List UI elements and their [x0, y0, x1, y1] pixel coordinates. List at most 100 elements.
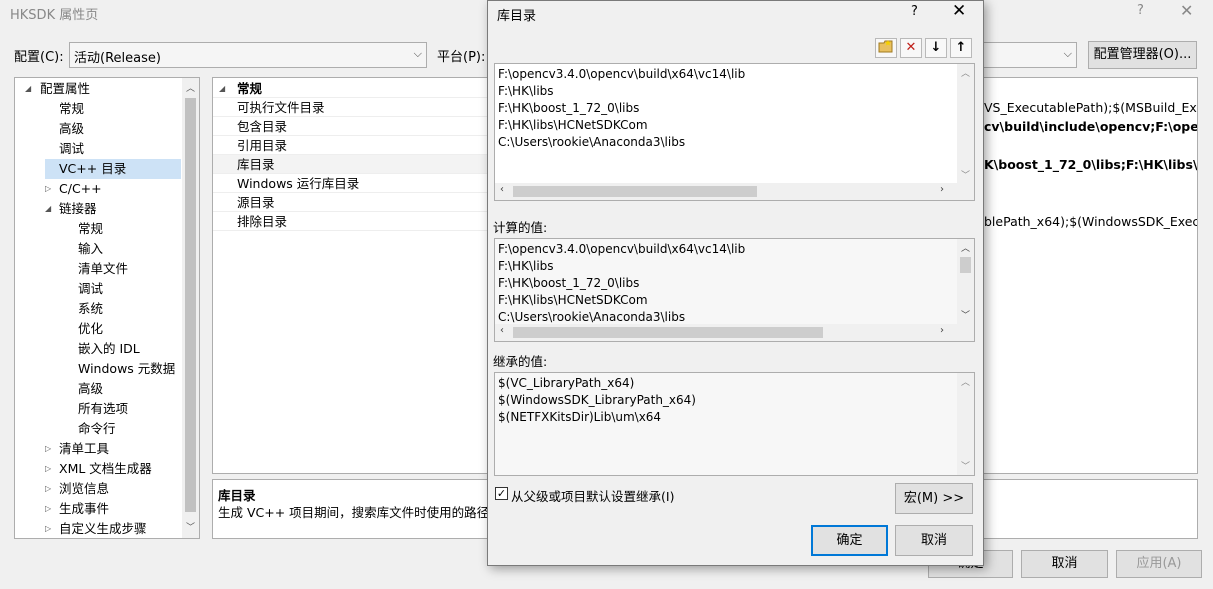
directory-edit-list[interactable]: F:\opencv3.4.0\opencv\build\x64\vc14\lib… [494, 63, 975, 201]
horizontal-scrollbar[interactable]: ‹ › [495, 324, 974, 341]
grid-row-source-dirs[interactable]: 源目录 [213, 193, 513, 212]
tree-scrollbar[interactable]: ︿ ﹀ [182, 78, 199, 538]
grid-row-label: 可执行文件目录 [237, 100, 325, 115]
move-up-button[interactable]: ↑ [950, 38, 972, 58]
delete-icon: ✕ [905, 40, 917, 55]
close-button[interactable]: ✕ [1180, 1, 1193, 20]
scroll-up-icon[interactable]: ︿ [961, 375, 970, 388]
scroll-up-icon[interactable]: ︿ [186, 81, 195, 94]
grid-row-label: 包含目录 [237, 119, 288, 134]
config-label: 配置(C): [14, 50, 64, 65]
expand-icon[interactable]: ▷ [45, 179, 51, 199]
scroll-right-icon[interactable]: › [940, 184, 944, 195]
tree-item-vc-directories[interactable]: VC++ 目录 [45, 159, 181, 179]
list-item[interactable]: F:\HK\libs [498, 83, 554, 100]
tree-item-linker[interactable]: ◢ 链接器 [15, 199, 181, 219]
scroll-down-icon[interactable]: ﹀ [961, 459, 970, 472]
tree-item-linker-windows-metadata[interactable]: Windows 元数据 [78, 359, 175, 379]
expand-icon[interactable]: ▷ [45, 499, 51, 519]
grid-row-library-dirs[interactable]: 库目录 [213, 155, 513, 174]
scroll-thumb[interactable] [185, 98, 196, 512]
inherit-checkbox[interactable]: ✓ [495, 487, 508, 500]
grid-row-label: 排除目录 [237, 214, 288, 229]
scroll-up-icon[interactable]: ︿ [961, 66, 970, 79]
vertical-scrollbar[interactable]: ︿ ﹀ [957, 239, 974, 324]
dialog-cancel-button[interactable]: 取消 [895, 525, 973, 556]
tree-item-linker-all-options[interactable]: 所有选项 [78, 399, 128, 419]
dialog-help-button[interactable]: ? [911, 4, 918, 19]
dialog-title: 库目录 [497, 9, 537, 24]
check-mark-icon: ✓ [496, 487, 507, 500]
tree-item-browse-info[interactable]: ▷ 浏览信息 [15, 479, 181, 499]
grid-row-executable-dirs[interactable]: 可执行文件目录 [213, 98, 513, 117]
grid-category[interactable]: ◢ 常规 [213, 79, 513, 98]
tree-item-debugging[interactable]: 调试 [59, 139, 84, 159]
grid-row-exclude-dirs[interactable]: 排除目录 [213, 212, 513, 231]
list-item[interactable]: F:\opencv3.4.0\opencv\build\x64\vc14\lib [498, 66, 745, 83]
tree-item-linker-input[interactable]: 输入 [78, 239, 103, 259]
move-down-button[interactable]: ↓ [925, 38, 947, 58]
evaluated-value-list: F:\opencv3.4.0\opencv\build\x64\vc14\lib… [494, 238, 975, 342]
grid-row-winrt-dirs[interactable]: Windows 运行库目录 [213, 174, 513, 193]
new-line-button[interactable] [875, 38, 897, 58]
scroll-left-icon[interactable]: ‹ [500, 325, 504, 336]
delete-line-button[interactable]: ✕ [900, 38, 922, 58]
tree-item-linker-debugging[interactable]: 调试 [78, 279, 103, 299]
grid-row-reference-dirs[interactable]: 引用目录 [213, 136, 513, 155]
tree-item-label: XML 文档生成器 [59, 461, 152, 476]
vertical-scrollbar[interactable]: ︿ ﹀ [957, 373, 974, 475]
tree-item-linker-embedded-idl[interactable]: 嵌入的 IDL [78, 339, 140, 359]
tree-item-build-events[interactable]: ▷ 生成事件 [15, 499, 181, 519]
cancel-button[interactable]: 取消 [1021, 550, 1108, 578]
grid-row-include-dirs[interactable]: 包含目录 [213, 117, 513, 136]
scroll-thumb[interactable] [960, 257, 971, 273]
platform-dropdown[interactable]: ⌵ [983, 42, 1077, 68]
expand-icon[interactable]: ◢ [45, 199, 51, 219]
scroll-left-icon[interactable]: ‹ [500, 184, 504, 195]
scroll-down-icon[interactable]: ﹀ [961, 168, 970, 181]
expand-icon[interactable]: ▷ [45, 479, 51, 499]
expand-icon[interactable]: ◢ [25, 79, 31, 99]
tree-item-linker-general[interactable]: 常规 [78, 219, 103, 239]
config-manager-button[interactable]: 配置管理器(O)... [1088, 41, 1197, 69]
scroll-up-icon[interactable]: ︿ [961, 241, 970, 254]
expand-icon[interactable]: ▷ [45, 519, 51, 538]
list-item[interactable]: C:\Users\rookie\Anaconda3\libs [498, 134, 685, 151]
apply-button[interactable]: 应用(A) [1116, 550, 1202, 578]
tree-item-xml-doc-generator[interactable]: ▷ XML 文档生成器 [15, 459, 181, 479]
tree-item-linker-command-line[interactable]: 命令行 [78, 419, 116, 439]
dialog-close-button[interactable]: ✕ [952, 1, 966, 21]
horizontal-scrollbar[interactable]: ‹ › [495, 183, 974, 200]
tree-item-linker-optimization[interactable]: 优化 [78, 319, 103, 339]
scroll-thumb[interactable] [513, 186, 757, 197]
tree-item-manifest-tool[interactable]: ▷ 清单工具 [15, 439, 181, 459]
arrow-up-icon: ↑ [955, 40, 967, 55]
list-item[interactable]: F:\HK\libs\HCNetSDKCom [498, 117, 648, 134]
collapse-icon[interactable]: ◢ [219, 79, 225, 98]
tree-item-general[interactable]: 常规 [59, 99, 84, 119]
vertical-scrollbar[interactable]: ︿ ﹀ [957, 64, 974, 183]
tree-item-label: 浏览信息 [59, 481, 110, 496]
grid-row-label: Windows 运行库目录 [237, 176, 360, 191]
help-button[interactable]: ? [1137, 3, 1144, 18]
scroll-down-icon[interactable]: ﹀ [186, 520, 195, 533]
expand-icon[interactable]: ▷ [45, 459, 51, 479]
inherit-checkbox-label[interactable]: 从父级或项目默认设置继承(I) [511, 486, 674, 505]
scroll-thumb[interactable] [513, 327, 823, 338]
config-dropdown[interactable]: 活动(Release) ⌵ [69, 42, 427, 68]
property-tree[interactable]: ◢ 配置属性 常规 高级 调试 VC++ 目录 ▷ C/C++ ◢ 链接器 常规… [14, 77, 200, 539]
tree-item-linker-system[interactable]: 系统 [78, 299, 103, 319]
tree-item-linker-advanced[interactable]: 高级 [78, 379, 103, 399]
tree-item-c-cpp[interactable]: ▷ C/C++ [15, 179, 181, 199]
dialog-ok-button[interactable]: 确定 [811, 525, 888, 556]
macros-button[interactable]: 宏(M) >> [895, 483, 973, 514]
tree-item-linker-manifest[interactable]: 清单文件 [78, 259, 128, 279]
tree-item-advanced[interactable]: 高级 [59, 119, 84, 139]
scroll-right-icon[interactable]: › [940, 325, 944, 336]
tree-item-label: 清单工具 [59, 441, 110, 456]
tree-item-config-properties[interactable]: ◢ 配置属性 [15, 79, 181, 99]
tree-item-custom-build-step[interactable]: ▷ 自定义生成步骤 [15, 519, 181, 538]
scroll-down-icon[interactable]: ﹀ [961, 308, 970, 321]
list-item[interactable]: F:\HK\boost_1_72_0\libs [498, 100, 639, 117]
expand-icon[interactable]: ▷ [45, 439, 51, 459]
